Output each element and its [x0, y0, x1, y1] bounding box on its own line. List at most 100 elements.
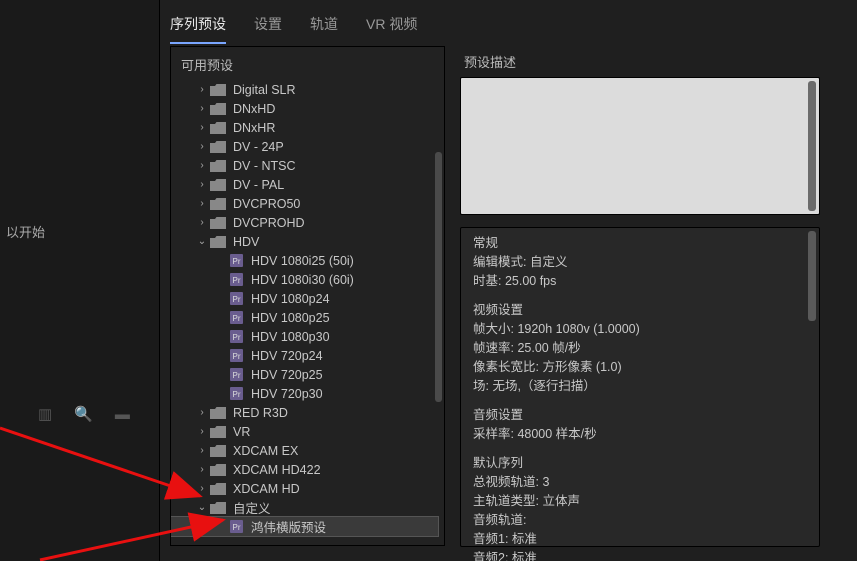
search-icon[interactable]: 🔍 — [74, 405, 93, 423]
chevron-right-icon[interactable]: › — [195, 464, 209, 475]
tree-item-label: HDV 720p30 — [251, 387, 323, 401]
tree-item-label: 鸿伟横版预设 — [251, 517, 326, 536]
chevron-right-icon[interactable]: › — [195, 445, 209, 456]
tree-preset[interactable]: PrHDV 720p24 — [171, 346, 438, 365]
folder-icon — [209, 121, 227, 135]
chevron-right-icon[interactable]: › — [195, 217, 209, 228]
tree-folder[interactable]: › DNxHR — [171, 118, 438, 137]
tree-folder[interactable]: ⌄自定义 — [171, 498, 438, 517]
folder-icon — [209, 444, 227, 458]
folder-icon — [209, 501, 227, 515]
desc-top-scrollbar[interactable] — [808, 81, 816, 211]
tree-item-label: HDV 1080p30 — [251, 330, 330, 344]
tree-item-label: XDCAM EX — [233, 444, 298, 458]
folder-icon[interactable]: ▬ — [115, 406, 130, 423]
desc-line: 音频1: 标准 — [473, 530, 807, 549]
svg-text:Pr: Pr — [232, 371, 240, 380]
svg-text:Pr: Pr — [232, 333, 240, 342]
preset-icon: Pr — [227, 273, 245, 287]
preset-tree[interactable]: ›Digital SLR›DNxHD›DNxHR›DV - 24P›DV - N… — [171, 80, 444, 540]
tree-item-label: RED R3D — [233, 406, 288, 420]
desc-line: 采样率: 48000 样本/秒 — [473, 425, 807, 444]
tree-item-label: DV - 24P — [233, 140, 284, 154]
tree-item-label: XDCAM HD422 — [233, 463, 321, 477]
tab-sequence-presets[interactable]: 序列预设 — [170, 14, 226, 44]
desc-line: 帧速率: 25.00 帧/秒 — [473, 339, 807, 358]
folder-icon — [209, 235, 227, 249]
svg-text:Pr: Pr — [232, 523, 240, 532]
tree-scrollbar[interactable] — [435, 82, 442, 536]
desc-line: 帧大小: 1920h 1080v (1.0000) — [473, 320, 807, 339]
chevron-right-icon[interactable]: › — [195, 198, 209, 209]
tree-folder[interactable]: ›DV - PAL — [171, 175, 438, 194]
chevron-down-icon[interactable]: ⌄ — [195, 236, 209, 247]
folder-icon — [209, 482, 227, 496]
desc-line: 像素长宽比: 方形像素 (1.0) — [473, 358, 807, 377]
chevron-right-icon[interactable]: › — [195, 84, 209, 95]
folder-icon — [209, 216, 227, 230]
tree-folder[interactable]: › XDCAM HD — [171, 479, 438, 498]
list-icon[interactable]: ▥ — [38, 405, 52, 423]
svg-text:Pr: Pr — [232, 352, 240, 361]
tree-preset[interactable]: Pr HDV 1080i30 (60i) — [171, 270, 438, 289]
tree-item-label: HDV 1080i30 (60i) — [251, 273, 354, 287]
tree-folder[interactable]: › DVCPROHD — [171, 213, 438, 232]
tree-item-label: HDV 1080p25 — [251, 311, 330, 325]
preset-description-title: 预设描述 — [460, 46, 830, 77]
tablist: 序列预设 设置 轨道 VR 视频 — [170, 14, 417, 44]
chevron-right-icon[interactable]: › — [195, 122, 209, 133]
tree-preset[interactable]: Pr HDV 720p25 — [171, 365, 438, 384]
svg-text:Pr: Pr — [232, 276, 240, 285]
tab-tracks[interactable]: 轨道 — [310, 14, 338, 44]
tab-settings[interactable]: 设置 — [254, 14, 282, 44]
tree-folder[interactable]: ›VR — [171, 422, 438, 441]
tab-vr-video[interactable]: VR 视频 — [366, 14, 417, 44]
tree-preset[interactable]: Pr HDV 720p30 — [171, 384, 438, 403]
tree-preset[interactable]: Pr HDV 1080p30 — [171, 327, 438, 346]
folder-icon — [209, 159, 227, 173]
chevron-right-icon[interactable]: › — [195, 426, 209, 437]
tree-preset[interactable]: PrHDV 1080p25 — [171, 308, 438, 327]
left-sidebar: 以开始 ▥ 🔍 ▬ — [0, 0, 160, 561]
svg-text:Pr: Pr — [232, 257, 240, 266]
tree-folder[interactable]: ›Digital SLR — [171, 80, 438, 99]
tree-folder[interactable]: › DV - 24P — [171, 137, 438, 156]
desc-line: 总视频轨道: 3 — [473, 473, 807, 492]
tree-item-label: XDCAM HD — [233, 482, 300, 496]
preset-icon: Pr — [227, 368, 245, 382]
tree-preset[interactable]: PrHDV 1080i25 (50i) — [171, 251, 438, 270]
tree-folder[interactable]: › XDCAM EX — [171, 441, 438, 460]
tree-preset[interactable]: Pr 鸿伟横版预设 — [171, 517, 438, 536]
preset-description-details: 常规编辑模式: 自定义时基: 25.00 fps 视频设置帧大小: 1920h … — [460, 227, 820, 547]
folder-icon — [209, 83, 227, 97]
tree-preset[interactable]: PrHDV 1080p24 — [171, 289, 438, 308]
tree-scrollbar-thumb[interactable] — [435, 152, 442, 402]
desc-details-scrollbar[interactable] — [808, 231, 816, 321]
tree-item-label: DNxHR — [233, 121, 275, 135]
preset-icon: Pr — [227, 387, 245, 401]
chevron-right-icon[interactable]: › — [195, 179, 209, 190]
preset-icon: Pr — [227, 520, 245, 534]
desc-line: 常规 — [473, 234, 807, 253]
preset-icon: Pr — [227, 254, 245, 268]
chevron-right-icon[interactable]: › — [195, 103, 209, 114]
chevron-right-icon[interactable]: › — [195, 483, 209, 494]
tree-folder[interactable]: ›DVCPRO50 — [171, 194, 438, 213]
tree-folder[interactable]: ⌄HDV — [171, 232, 438, 251]
available-presets-title: 可用预设 — [171, 47, 444, 80]
left-label: 以开始 — [6, 222, 45, 241]
tree-item-label: DVCPROHD — [233, 216, 305, 230]
folder-icon — [209, 197, 227, 211]
tree-folder[interactable]: ›DV - NTSC — [171, 156, 438, 175]
desc-line: 视频设置 — [473, 301, 807, 320]
chevron-down-icon[interactable]: ⌄ — [195, 502, 209, 513]
tree-folder[interactable]: ›DNxHD — [171, 99, 438, 118]
chevron-right-icon[interactable]: › — [195, 407, 209, 418]
tree-folder[interactable]: › XDCAM HD422 — [171, 460, 438, 479]
chevron-right-icon[interactable]: › — [195, 160, 209, 171]
desc-line — [473, 291, 807, 301]
chevron-right-icon[interactable]: › — [195, 141, 209, 152]
tree-folder[interactable]: › RED R3D — [171, 403, 438, 422]
desc-line: 音频2: 标准 — [473, 549, 807, 561]
tree-item-label: HDV 720p25 — [251, 368, 323, 382]
